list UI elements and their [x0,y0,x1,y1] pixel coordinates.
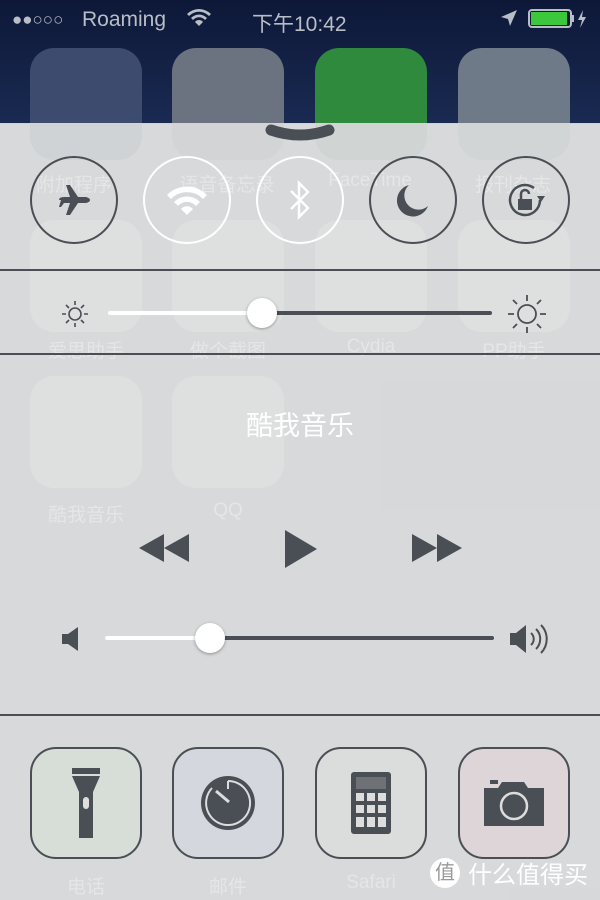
volume-slider[interactable] [105,623,494,653]
brightness-low-icon [62,301,88,327]
divider [0,269,600,271]
brightness-high-icon [508,295,546,333]
divider [0,353,600,355]
airplane-mode-toggle[interactable] [30,156,118,244]
bg-app-label: 爱思助手 [47,341,124,362]
bg-app-label: 邮件 [208,877,247,898]
status-bar: ●●○○○ Roaming 下午10:42 [0,0,600,40]
volume-low-icon [62,627,78,651]
carrier-label: Roaming [82,8,167,31]
chevron-down-icon [265,124,335,141]
camera-icon [484,780,544,826]
divider [0,714,600,716]
now-playing-title: 酷我音乐 [246,411,354,441]
rewind-button[interactable] [137,532,191,564]
bg-app-label: 电话 [66,877,105,898]
clock: 下午10:42 [252,13,347,36]
wifi-toggle[interactable] [143,156,231,244]
bluetooth-toggle[interactable] [256,156,344,244]
volume-high-icon [510,624,548,654]
bg-app-label: 做个截图 [189,341,266,362]
bg-app-label: PP助手 [482,341,546,362]
timer-icon [201,776,255,830]
dismiss-handle[interactable] [265,122,335,144]
location-icon [500,9,518,33]
bg-app-label: QQ [213,500,243,521]
camera-button[interactable] [458,747,570,859]
bg-app-label: Safari [346,872,396,893]
play-button[interactable] [283,528,319,570]
battery-icon [528,9,590,35]
wifi-icon [167,186,207,215]
calculator-icon [351,772,391,834]
bg-app-label: 酷我音乐 [47,505,124,526]
watermark: 值 什么值得买 [430,855,588,890]
flashlight-button[interactable] [30,747,142,859]
rotation-lock-toggle[interactable] [482,156,570,244]
volume-slider-knob[interactable] [195,623,225,653]
rotation-lock-icon [508,183,545,217]
brightness-slider-knob[interactable] [247,298,277,328]
signal-strength: ●●○○○ [12,10,64,29]
bluetooth-icon [290,179,310,221]
wifi-status-icon [186,6,212,34]
moon-icon [396,185,428,217]
do-not-disturb-toggle[interactable] [369,156,457,244]
timer-button[interactable] [172,747,284,859]
brightness-slider[interactable] [108,298,492,328]
flashlight-icon [72,768,100,838]
watermark-text: 什么值得买 [468,862,588,889]
airplane-icon [59,185,90,215]
calculator-button[interactable] [315,747,427,859]
fast-forward-button[interactable] [410,532,464,564]
watermark-badge: 值 [430,857,460,888]
